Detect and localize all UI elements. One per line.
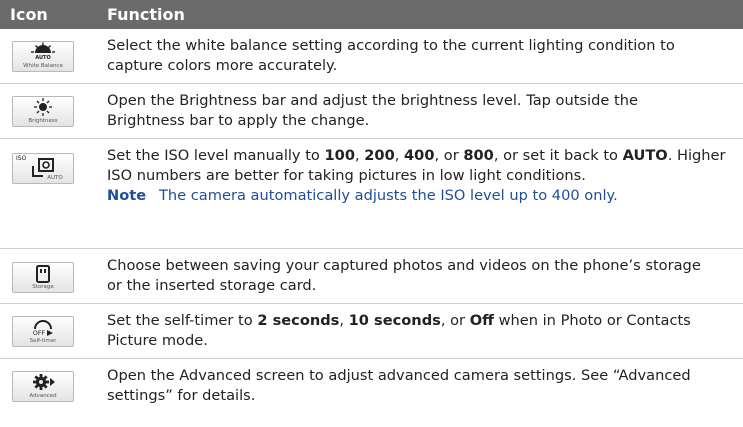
description-line: or the inserted storage card. bbox=[107, 277, 317, 294]
iso-badge: ISO bbox=[16, 155, 27, 162]
note-label: Note bbox=[107, 187, 147, 204]
row-description: Set the ISO level manually to 100, 200, … bbox=[107, 146, 727, 206]
brightness-icon: Brightness bbox=[12, 96, 74, 127]
iso-caption: AUTO bbox=[47, 175, 63, 181]
table-row: Advanced Open the Advanced screen to adj… bbox=[0, 359, 743, 419]
table-row: AUTO White Balance Select the white bala… bbox=[0, 29, 743, 84]
description-line: Brightness bar to apply the change. bbox=[107, 112, 370, 129]
advanced-caption: Advanced bbox=[29, 393, 57, 399]
self-timer-caption: Self-timer bbox=[29, 338, 57, 344]
description-line: ISO numbers are better for taking pictur… bbox=[107, 167, 586, 184]
advanced-icon: Advanced bbox=[12, 371, 74, 402]
row-description: Select the white balance setting accordi… bbox=[107, 36, 727, 76]
self-timer-badge: OFF bbox=[32, 329, 46, 337]
header-icon-column: Icon bbox=[10, 5, 48, 24]
storage-icon: Storage bbox=[12, 262, 74, 293]
description-line: Set the ISO level manually to 100, 200, … bbox=[107, 147, 726, 164]
note: Note The camera automatically adjusts the… bbox=[107, 186, 727, 206]
note-text: The camera automatically adjusts the ISO… bbox=[159, 187, 618, 204]
header-function-column: Function bbox=[107, 5, 185, 24]
row-description: Open the Advanced screen to adjust advan… bbox=[107, 366, 727, 406]
description-line: Open the Brightness bar and adjust the b… bbox=[107, 92, 638, 109]
table-row: OFF Self-timer Set the self-timer to 2 s… bbox=[0, 304, 743, 359]
row-description: Choose between saving your captured phot… bbox=[107, 256, 727, 296]
row-description: Open the Brightness bar and adjust the b… bbox=[107, 91, 727, 131]
description-line: Choose between saving your captured phot… bbox=[107, 257, 701, 274]
brightness-caption: Brightness bbox=[28, 118, 58, 124]
white-balance-caption: White Balance bbox=[23, 63, 63, 69]
white-balance-badge: AUTO bbox=[35, 55, 51, 61]
iso-icon: ISO AUTO bbox=[12, 153, 74, 184]
description-line: Set the self-timer to 2 seconds, 10 seco… bbox=[107, 312, 691, 329]
description-line: Select the white balance setting accordi… bbox=[107, 37, 675, 54]
table-row: Brightness Open the Brightness bar and a… bbox=[0, 84, 743, 139]
description-line: Picture mode. bbox=[107, 332, 208, 349]
table-row: Storage Choose between saving your captu… bbox=[0, 249, 743, 304]
description-line: settings” for details. bbox=[107, 387, 256, 404]
white-balance-icon: AUTO White Balance bbox=[12, 41, 74, 72]
table-row: ISO AUTO Set the ISO level manually to 1… bbox=[0, 139, 743, 249]
table-header: Icon Function bbox=[0, 0, 743, 29]
description-line: Open the Advanced screen to adjust advan… bbox=[107, 367, 691, 384]
description-line: capture colors more accurately. bbox=[107, 57, 338, 74]
self-timer-icon: OFF Self-timer bbox=[12, 316, 74, 347]
storage-caption: Storage bbox=[32, 284, 54, 290]
row-description: Set the self-timer to 2 seconds, 10 seco… bbox=[107, 311, 727, 351]
